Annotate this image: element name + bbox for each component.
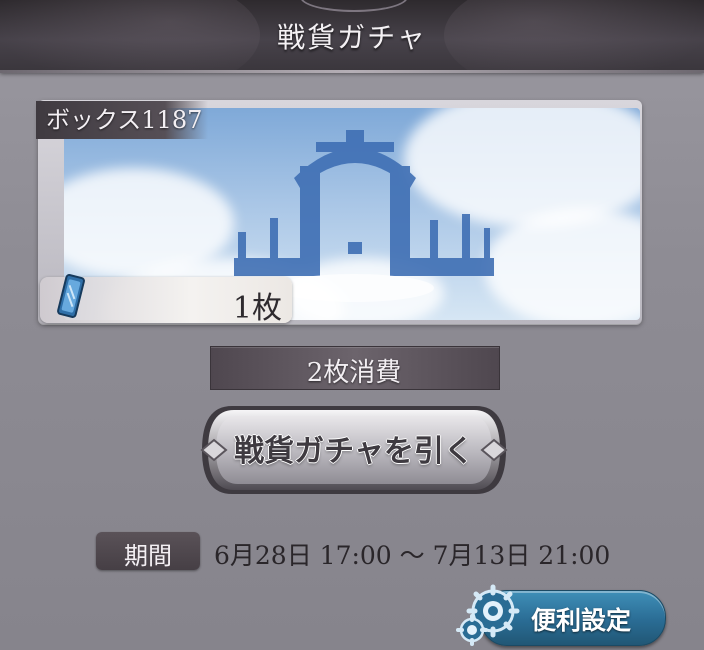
ticket-count: 1枚	[232, 291, 282, 326]
ticket-icon	[57, 274, 85, 318]
box-number-label: ボックス1187	[36, 101, 208, 139]
period-label: 期間	[124, 542, 172, 570]
header-ornament	[300, 0, 408, 12]
draw-gacha-button-label: 戦貨ガチャを引く	[234, 434, 474, 469]
cost-label: 2枚消費	[306, 358, 402, 388]
page-title: 戦貨ガチャ	[277, 21, 427, 54]
settings-button-label: 便利設定	[530, 606, 631, 635]
header-divider	[0, 70, 704, 73]
small-gear-icon	[456, 614, 488, 646]
period-value: 6月28日 17:00 〜 7月13日 21:00	[214, 541, 611, 570]
